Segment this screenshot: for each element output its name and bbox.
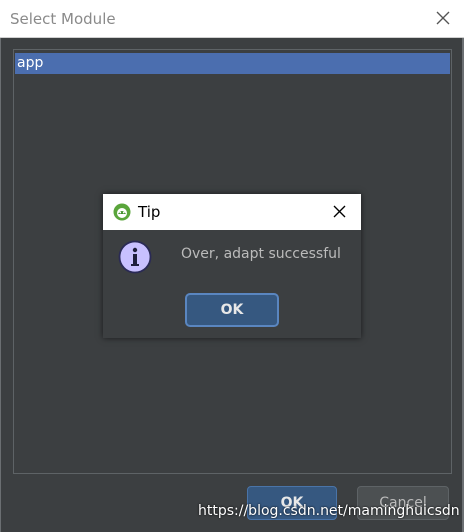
tip-ok-button[interactable]: OK <box>185 293 279 327</box>
outer-dialog-titlebar: Select Module <box>0 0 464 38</box>
tip-dialog-title: Tip <box>138 203 161 221</box>
outer-dialog-title: Select Module <box>10 10 116 28</box>
android-studio-icon <box>113 203 131 221</box>
tip-message: Over, adapt successful <box>181 246 341 262</box>
info-icon <box>118 240 152 274</box>
list-item-app[interactable]: app <box>15 53 450 74</box>
tip-dialog-titlebar: Tip <box>103 194 361 230</box>
close-icon[interactable] <box>436 11 450 25</box>
close-icon[interactable] <box>333 205 346 218</box>
tip-dialog: Tip Over, adapt successful OK <box>103 194 361 338</box>
dialog-left-border <box>0 38 1 532</box>
watermark-text: https://blog.csdn.net/maminghuicsdn <box>198 503 460 519</box>
